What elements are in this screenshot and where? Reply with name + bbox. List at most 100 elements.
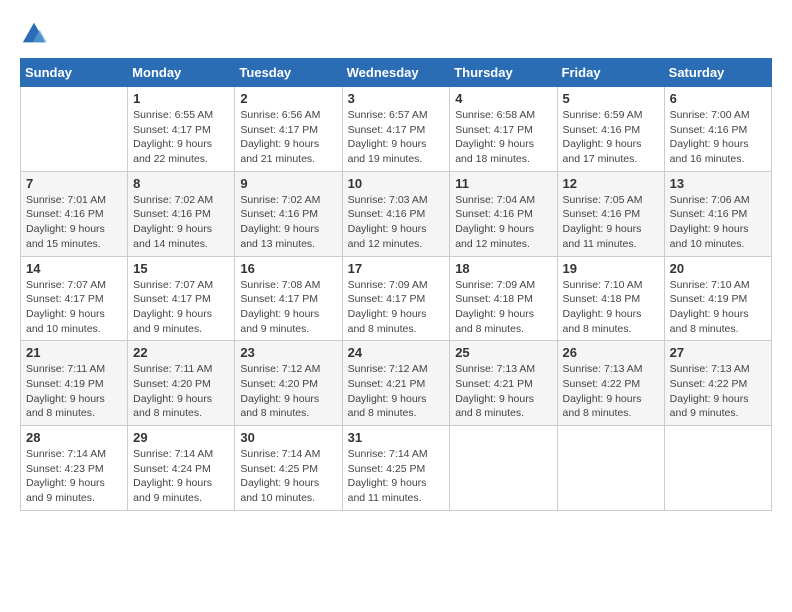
day-info: Sunrise: 6:55 AMSunset: 4:17 PMDaylight:…	[133, 108, 229, 167]
day-number: 27	[670, 345, 766, 360]
calendar-cell: 16 Sunrise: 7:08 AMSunset: 4:17 PMDayligh…	[235, 256, 342, 341]
day-info: Sunrise: 6:59 AMSunset: 4:16 PMDaylight:…	[563, 108, 659, 167]
calendar-cell: 12 Sunrise: 7:05 AMSunset: 4:16 PMDayligh…	[557, 171, 664, 256]
day-info: Sunrise: 7:06 AMSunset: 4:16 PMDaylight:…	[670, 193, 766, 252]
week-row-4: 21Sunrise: 7:11 AMSunset: 4:19 PMDayligh…	[21, 341, 772, 426]
calendar-cell: 14 Sunrise: 7:07 AMSunset: 4:17 PMDayligh…	[21, 256, 128, 341]
calendar-cell: 19 Sunrise: 7:10 AMSunset: 4:18 PMDayligh…	[557, 256, 664, 341]
day-info: Sunrise: 7:00 AMSunset: 4:16 PMDaylight:…	[670, 108, 766, 167]
calendar-cell: 28Sunrise: 7:14 AMSunset: 4:23 PMDayligh…	[21, 426, 128, 511]
day-info: Sunrise: 7:14 AMSunset: 4:25 PMDaylight:…	[240, 447, 336, 506]
day-info: Sunrise: 7:14 AMSunset: 4:25 PMDaylight:…	[348, 447, 445, 506]
day-header-sunday: Sunday	[21, 59, 128, 87]
calendar-cell	[557, 426, 664, 511]
day-number: 4	[455, 91, 551, 106]
day-info: Sunrise: 7:14 AMSunset: 4:24 PMDaylight:…	[133, 447, 229, 506]
day-info: Sunrise: 7:10 AMSunset: 4:19 PMDaylight:…	[670, 278, 766, 337]
calendar-cell: 24 Sunrise: 7:12 AMSunset: 4:21 PMDayligh…	[342, 341, 450, 426]
day-header-friday: Friday	[557, 59, 664, 87]
calendar-cell: 15 Sunrise: 7:07 AMSunset: 4:17 PMDayligh…	[128, 256, 235, 341]
day-number: 22	[133, 345, 229, 360]
calendar-cell: 25 Sunrise: 7:13 AMSunset: 4:21 PMDayligh…	[450, 341, 557, 426]
day-header-thursday: Thursday	[450, 59, 557, 87]
day-number: 11	[455, 176, 551, 191]
day-info: Sunrise: 7:13 AMSunset: 4:22 PMDaylight:…	[563, 362, 659, 421]
day-number: 12	[563, 176, 659, 191]
calendar-cell: 6 Sunrise: 7:00 AMSunset: 4:16 PMDaylight…	[664, 87, 771, 172]
day-number: 29	[133, 430, 229, 445]
calendar-cell: 13 Sunrise: 7:06 AMSunset: 4:16 PMDayligh…	[664, 171, 771, 256]
day-number: 3	[348, 91, 445, 106]
day-number: 26	[563, 345, 659, 360]
day-number: 17	[348, 261, 445, 276]
day-info: Sunrise: 7:11 AMSunset: 4:19 PMDaylight:…	[26, 362, 122, 421]
logo-icon	[20, 20, 48, 48]
day-number: 23	[240, 345, 336, 360]
day-info: Sunrise: 7:02 AMSunset: 4:16 PMDaylight:…	[240, 193, 336, 252]
calendar-cell: 22 Sunrise: 7:11 AMSunset: 4:20 PMDayligh…	[128, 341, 235, 426]
calendar-cell: 17 Sunrise: 7:09 AMSunset: 4:17 PMDayligh…	[342, 256, 450, 341]
day-number: 10	[348, 176, 445, 191]
calendar-cell: 21Sunrise: 7:11 AMSunset: 4:19 PMDayligh…	[21, 341, 128, 426]
day-header-tuesday: Tuesday	[235, 59, 342, 87]
day-number: 24	[348, 345, 445, 360]
day-info: Sunrise: 7:01 AMSunset: 4:16 PMDaylight:…	[26, 193, 122, 252]
day-number: 18	[455, 261, 551, 276]
header	[20, 16, 772, 48]
calendar-cell: 8 Sunrise: 7:02 AMSunset: 4:16 PMDaylight…	[128, 171, 235, 256]
day-number: 14	[26, 261, 122, 276]
day-info: Sunrise: 6:58 AMSunset: 4:17 PMDaylight:…	[455, 108, 551, 167]
day-info: Sunrise: 6:56 AMSunset: 4:17 PMDaylight:…	[240, 108, 336, 167]
calendar-table: SundayMondayTuesdayWednesdayThursdayFrid…	[20, 58, 772, 511]
day-header-monday: Monday	[128, 59, 235, 87]
calendar-cell: 7 Sunrise: 7:01 AMSunset: 4:16 PMDaylight…	[21, 171, 128, 256]
calendar-cell	[664, 426, 771, 511]
day-header-saturday: Saturday	[664, 59, 771, 87]
calendar-cell: 9 Sunrise: 7:02 AMSunset: 4:16 PMDaylight…	[235, 171, 342, 256]
day-info: Sunrise: 7:04 AMSunset: 4:16 PMDaylight:…	[455, 193, 551, 252]
calendar-cell: 1Sunrise: 6:55 AMSunset: 4:17 PMDaylight…	[128, 87, 235, 172]
calendar-cell: 26 Sunrise: 7:13 AMSunset: 4:22 PMDayligh…	[557, 341, 664, 426]
calendar-cell: 11 Sunrise: 7:04 AMSunset: 4:16 PMDayligh…	[450, 171, 557, 256]
day-info: Sunrise: 7:09 AMSunset: 4:17 PMDaylight:…	[348, 278, 445, 337]
day-info: Sunrise: 7:12 AMSunset: 4:20 PMDaylight:…	[240, 362, 336, 421]
week-row-1: 1Sunrise: 6:55 AMSunset: 4:17 PMDaylight…	[21, 87, 772, 172]
days-header-row: SundayMondayTuesdayWednesdayThursdayFrid…	[21, 59, 772, 87]
day-number: 5	[563, 91, 659, 106]
calendar-cell: 27Sunrise: 7:13 AMSunset: 4:22 PMDayligh…	[664, 341, 771, 426]
day-number: 8	[133, 176, 229, 191]
day-info: Sunrise: 7:07 AMSunset: 4:17 PMDaylight:…	[26, 278, 122, 337]
day-info: Sunrise: 7:11 AMSunset: 4:20 PMDaylight:…	[133, 362, 229, 421]
day-info: Sunrise: 7:13 AMSunset: 4:21 PMDaylight:…	[455, 362, 551, 421]
calendar-cell: 4 Sunrise: 6:58 AMSunset: 4:17 PMDaylight…	[450, 87, 557, 172]
day-info: Sunrise: 7:14 AMSunset: 4:23 PMDaylight:…	[26, 447, 122, 506]
day-info: Sunrise: 7:05 AMSunset: 4:16 PMDaylight:…	[563, 193, 659, 252]
calendar-cell: 18Sunrise: 7:09 AMSunset: 4:18 PMDayligh…	[450, 256, 557, 341]
day-info: Sunrise: 7:10 AMSunset: 4:18 PMDaylight:…	[563, 278, 659, 337]
day-number: 25	[455, 345, 551, 360]
calendar-cell: 2 Sunrise: 6:56 AMSunset: 4:17 PMDaylight…	[235, 87, 342, 172]
day-header-wednesday: Wednesday	[342, 59, 450, 87]
day-info: Sunrise: 7:02 AMSunset: 4:16 PMDaylight:…	[133, 193, 229, 252]
week-row-5: 28Sunrise: 7:14 AMSunset: 4:23 PMDayligh…	[21, 426, 772, 511]
day-number: 2	[240, 91, 336, 106]
calendar-cell: 20Sunrise: 7:10 AMSunset: 4:19 PMDayligh…	[664, 256, 771, 341]
calendar-cell	[21, 87, 128, 172]
day-number: 9	[240, 176, 336, 191]
logo	[20, 20, 52, 48]
calendar-cell: 30 Sunrise: 7:14 AMSunset: 4:25 PMDayligh…	[235, 426, 342, 511]
day-number: 7	[26, 176, 122, 191]
day-number: 19	[563, 261, 659, 276]
day-number: 31	[348, 430, 445, 445]
calendar-cell: 31 Sunrise: 7:14 AMSunset: 4:25 PMDayligh…	[342, 426, 450, 511]
calendar-cell: 5 Sunrise: 6:59 AMSunset: 4:16 PMDaylight…	[557, 87, 664, 172]
day-number: 16	[240, 261, 336, 276]
day-info: Sunrise: 7:08 AMSunset: 4:17 PMDaylight:…	[240, 278, 336, 337]
day-info: Sunrise: 7:12 AMSunset: 4:21 PMDaylight:…	[348, 362, 445, 421]
day-info: Sunrise: 7:07 AMSunset: 4:17 PMDaylight:…	[133, 278, 229, 337]
day-number: 6	[670, 91, 766, 106]
day-number: 13	[670, 176, 766, 191]
day-info: Sunrise: 6:57 AMSunset: 4:17 PMDaylight:…	[348, 108, 445, 167]
day-number: 15	[133, 261, 229, 276]
day-number: 30	[240, 430, 336, 445]
